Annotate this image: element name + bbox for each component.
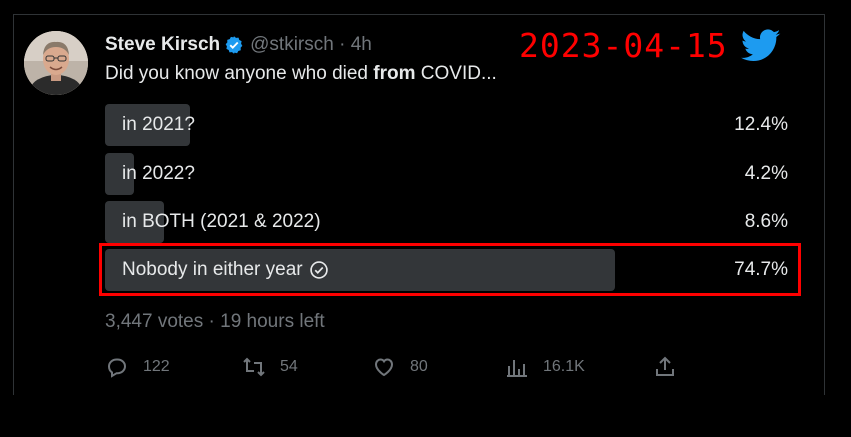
poll-option-1: in 2021? 12.4%	[105, 104, 788, 146]
poll-option-label: in 2021?	[122, 114, 195, 135]
poll-option-percent: 4.2%	[744, 163, 788, 184]
poll-option-percent: 12.4%	[734, 114, 788, 135]
reply-button[interactable]: 122	[105, 354, 170, 380]
poll-meta: 3,447 votes · 19 hours left	[105, 311, 325, 332]
author-name[interactable]: Steve Kirsch	[105, 34, 220, 56]
reply-icon	[107, 358, 127, 378]
question-suffix: COVID...	[415, 63, 497, 84]
views-icon	[507, 360, 527, 377]
verified-badge-icon	[225, 36, 243, 54]
retweet-count: 54	[280, 358, 298, 375]
retweet-icon	[243, 357, 265, 377]
retweet-button[interactable]: 54	[242, 354, 298, 380]
reply-count: 122	[143, 358, 170, 375]
question-bold: from	[373, 63, 416, 84]
date-stamp: 2023-04-15	[519, 26, 728, 65]
poll-option-label: in BOTH (2021 & 2022)	[122, 211, 321, 232]
poll-option-label: in 2022?	[122, 163, 195, 184]
tweet-text: Did you know anyone who died from COVID.…	[105, 63, 497, 85]
views-count: 16.1K	[543, 358, 585, 375]
highlight-box	[99, 243, 801, 296]
poll-option-3: in BOTH (2021 & 2022) 8.6%	[105, 201, 788, 243]
like-icon	[374, 358, 394, 377]
question-prefix: Did you know anyone who died	[105, 63, 374, 84]
action-bar: 122 54 80 16.1K	[105, 354, 685, 380]
share-icon	[656, 356, 674, 376]
views-button[interactable]: 16.1K	[505, 354, 585, 380]
like-button[interactable]: 80	[372, 354, 428, 380]
twitter-bird-icon	[741, 29, 781, 61]
handle-and-time[interactable]: @stkirsch · 4h	[250, 34, 372, 56]
poll-option-2: in 2022? 4.2%	[105, 153, 788, 195]
poll-option-percent: 8.6%	[744, 211, 788, 232]
avatar[interactable]	[24, 31, 88, 95]
share-button[interactable]	[653, 354, 691, 380]
like-count: 80	[410, 358, 428, 375]
tweet-header: Steve Kirsch @stkirsch · 4h	[105, 33, 372, 57]
